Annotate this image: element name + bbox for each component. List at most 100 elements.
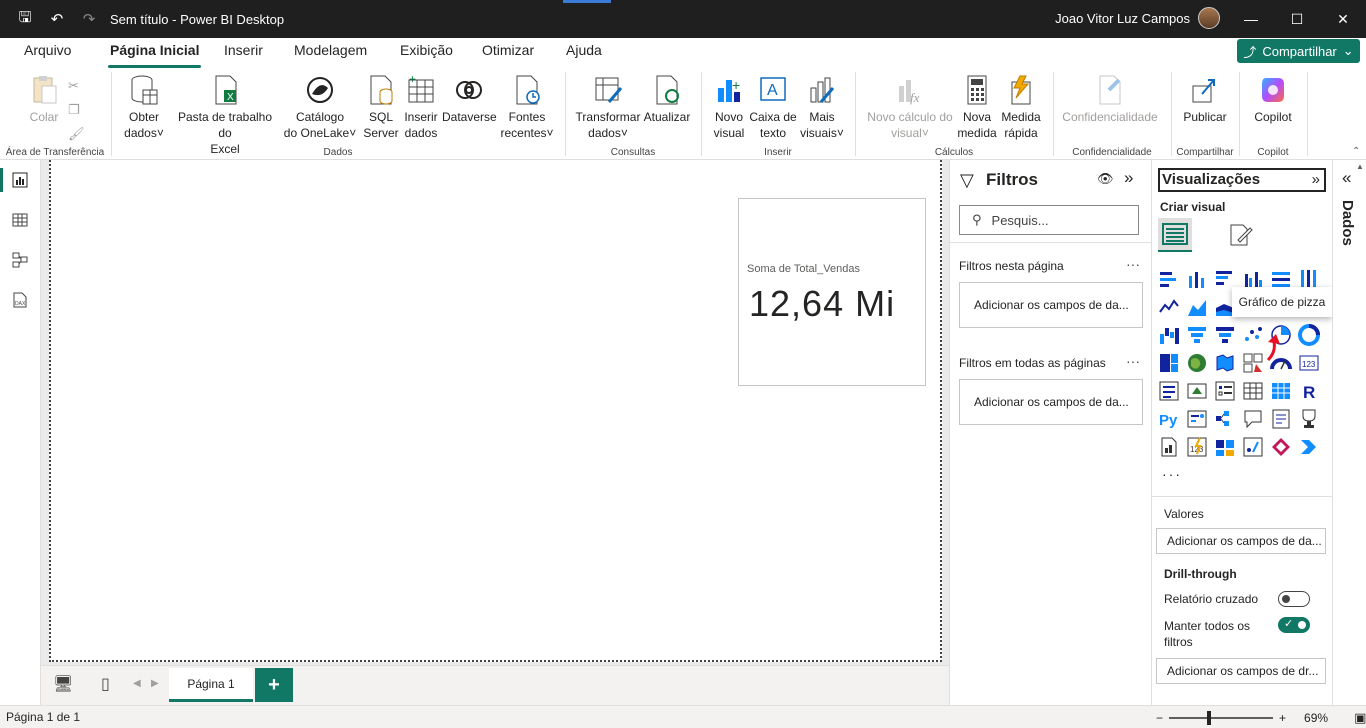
publish-button[interactable]: Publicar	[1180, 74, 1230, 125]
quick-measure-button[interactable]: Medida rápida	[998, 74, 1044, 141]
prev-page-icon[interactable]: ◀	[133, 678, 141, 689]
stacked-column-icon[interactable]	[1186, 268, 1208, 290]
goals-icon[interactable]	[1298, 408, 1320, 430]
sensitivity-button[interactable]: Confidencialidade	[1058, 74, 1162, 125]
model-view-icon[interactable]	[8, 248, 32, 272]
values-well[interactable]: Adicionar os campos de da...	[1156, 528, 1326, 554]
enter-data-button[interactable]: + Inserir dados	[402, 74, 440, 141]
copy-icon[interactable]: ❐	[68, 98, 85, 122]
tab-pagina-inicial[interactable]: Página Inicial	[108, 42, 202, 68]
tab-ajuda[interactable]: Ajuda	[564, 42, 604, 66]
onelake-catalog-button[interactable]: Catálogo do OneLake˅	[282, 74, 358, 141]
stacked-bar-icon[interactable]	[1158, 268, 1180, 290]
new-visual-button[interactable]: + Novo visual	[710, 74, 748, 141]
power-apps-2-icon[interactable]	[1270, 436, 1292, 458]
more-options-icon[interactable]: ···	[1126, 353, 1140, 369]
key-influencers-icon[interactable]	[1186, 408, 1208, 430]
scatter-icon[interactable]	[1242, 324, 1264, 346]
drill-through-well[interactable]: Adicionar os campos de dr...	[1156, 658, 1326, 684]
power-automate-icon[interactable]	[1214, 436, 1236, 458]
filled-map-icon[interactable]	[1214, 352, 1236, 374]
copilot-button[interactable]: Copilot	[1248, 74, 1298, 125]
undo-icon[interactable]: ↶	[48, 10, 66, 28]
filters-search-input[interactable]: ⚲ Pesquis...	[959, 205, 1139, 235]
filters-all-pages-well[interactable]: Adicionar os campos de da...	[959, 379, 1143, 425]
tab-modelagem[interactable]: Modelagem	[292, 42, 369, 66]
close-icon[interactable]: ✕	[1320, 0, 1366, 38]
qa-icon[interactable]	[1242, 408, 1264, 430]
next-page-icon[interactable]: ▶	[151, 678, 159, 689]
multirow-card-icon[interactable]	[1158, 380, 1180, 402]
page-tab-1[interactable]: Página 1	[169, 668, 253, 702]
excel-workbook-button[interactable]: X Pasta de trabalho do Excel	[170, 74, 280, 157]
dax-query-view-icon[interactable]: DAX	[8, 288, 32, 312]
filters-this-page-well[interactable]: Adicionar os campos de da...	[959, 282, 1143, 328]
zoom-slider-thumb[interactable]	[1207, 711, 1212, 725]
data-pane[interactable]: « Dados	[1332, 160, 1366, 705]
slicer-icon[interactable]	[1214, 380, 1236, 402]
azure-map-icon[interactable]	[1242, 352, 1264, 374]
report-view-icon[interactable]	[0, 168, 32, 192]
scroll-up-icon[interactable]: ▲	[1356, 162, 1364, 171]
kpi-icon[interactable]	[1186, 380, 1208, 402]
funnel-2-icon[interactable]	[1214, 324, 1236, 346]
visualizations-title[interactable]: Visualizações »	[1158, 168, 1326, 192]
format-painter-icon[interactable]: 🖌	[68, 122, 85, 146]
text-box-button[interactable]: A Caixa de texto	[748, 74, 798, 141]
waterfall-icon[interactable]	[1158, 324, 1180, 346]
save-icon[interactable]: 🖫	[16, 7, 34, 32]
tab-inserir[interactable]: Inserir	[222, 42, 265, 66]
collapse-ribbon-icon[interactable]: ⌃	[1352, 146, 1360, 157]
donut-icon[interactable]	[1298, 324, 1320, 346]
add-page-button[interactable]: +	[255, 668, 293, 702]
line-chart-icon[interactable]	[1158, 296, 1180, 318]
area-chart-icon[interactable]	[1186, 296, 1208, 318]
table-view-icon[interactable]	[8, 208, 32, 232]
cut-icon[interactable]: ✂	[68, 74, 85, 98]
new-visual-calculation-button[interactable]: fx Novo cálculo do visual˅	[864, 74, 956, 141]
eye-icon[interactable]: 👁	[1097, 171, 1114, 187]
redo-icon[interactable]: ↷	[80, 10, 98, 28]
cross-report-toggle[interactable]	[1278, 591, 1310, 607]
flow-icon[interactable]	[1298, 436, 1320, 458]
more-options-icon[interactable]: ···	[1126, 256, 1140, 272]
card-icon[interactable]: 123	[1298, 352, 1320, 374]
minimize-icon[interactable]: —	[1228, 0, 1274, 38]
new-measure-button[interactable]: Nova medida	[956, 74, 998, 141]
map-icon[interactable]	[1186, 352, 1208, 374]
collapse-visualizations-icon[interactable]: »	[1312, 170, 1320, 190]
treemap-icon[interactable]	[1158, 352, 1180, 374]
sql-server-button[interactable]: SQL Server	[362, 74, 400, 141]
refresh-button[interactable]: Atualizar	[642, 74, 692, 125]
user-name[interactable]: Joao Vitor Luz Campos	[1055, 11, 1190, 26]
card-visual[interactable]: Soma de Total_Vendas 12,64 Mi	[738, 198, 926, 386]
transform-data-button[interactable]: Transformar dados˅	[574, 74, 642, 141]
desktop-layout-icon[interactable]: 🖥	[53, 674, 73, 694]
format-visual-tab[interactable]	[1224, 218, 1258, 252]
r-visual-icon[interactable]: R	[1298, 380, 1320, 402]
get-data-button[interactable]: Obter dados˅	[120, 74, 168, 141]
zoom-level[interactable]: 69%	[1304, 711, 1328, 725]
expand-data-icon[interactable]: «	[1342, 168, 1351, 188]
keep-filters-toggle[interactable]: ✓	[1278, 617, 1310, 633]
dataverse-button[interactable]: Dataverse	[442, 74, 497, 125]
tab-arquivo[interactable]: Arquivo	[22, 42, 73, 66]
zoom-in-button[interactable]: +	[1279, 711, 1286, 725]
recent-sources-button[interactable]: Fontes recentes˅	[498, 74, 556, 141]
narrative-icon[interactable]	[1270, 408, 1292, 430]
python-visual-icon[interactable]: Py	[1158, 408, 1180, 430]
matrix-icon[interactable]	[1270, 380, 1292, 402]
mobile-layout-icon[interactable]: ▯	[101, 674, 110, 694]
zoom-slider[interactable]	[1169, 711, 1274, 725]
paste-button[interactable]: Colar	[26, 74, 62, 125]
decomposition-tree-icon[interactable]	[1214, 408, 1236, 430]
build-visual-tab[interactable]	[1158, 218, 1192, 252]
collapse-filters-icon[interactable]: »	[1124, 168, 1133, 188]
fit-to-page-icon[interactable]: ▣	[1354, 710, 1366, 726]
power-apps-icon[interactable]: 123	[1186, 436, 1208, 458]
paginated-report-icon[interactable]	[1158, 436, 1180, 458]
more-visuals-icon[interactable]: ···	[1162, 466, 1182, 482]
share-button[interactable]: ⤴ Compartilhar ⌄	[1237, 39, 1360, 63]
maximize-icon[interactable]: ☐	[1274, 0, 1320, 38]
tab-exibicao[interactable]: Exibição	[398, 42, 455, 66]
